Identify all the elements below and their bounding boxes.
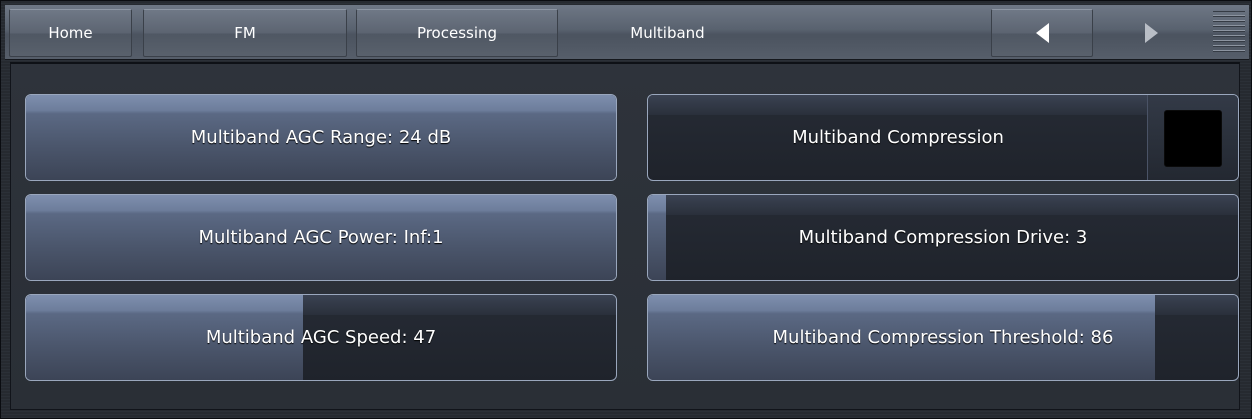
agc-speed-label: Multiband AGC Speed: 47	[205, 327, 437, 348]
forward-button[interactable]	[1105, 9, 1197, 57]
multiband-panel: Multiband AGC Range: 24 dB Multiband AGC…	[10, 62, 1240, 410]
app-frame: Home FM Processing Multiband Multiband A…	[0, 0, 1252, 419]
top-nav-bar: Home FM Processing Multiband	[5, 5, 1249, 60]
compression-toggle[interactable]	[1147, 95, 1238, 180]
compression-threshold-control[interactable]: Multiband Compression Threshold: 86	[647, 294, 1239, 381]
compression-drive-label: Multiband Compression Drive: 3	[798, 227, 1088, 248]
agc-power-control[interactable]: Multiband AGC Power: Inf:1	[25, 194, 617, 281]
processing-button[interactable]: Processing	[356, 9, 558, 57]
agc-speed-control[interactable]: Multiband AGC Speed: 47	[25, 294, 617, 381]
home-button[interactable]: Home	[9, 9, 132, 57]
back-button[interactable]	[991, 9, 1093, 57]
fm-button[interactable]: FM	[143, 9, 347, 57]
current-page-label: Multiband	[630, 24, 705, 42]
menu-lines-icon[interactable]	[1213, 11, 1245, 55]
triangle-left-icon	[1035, 23, 1049, 43]
agc-power-label: Multiband AGC Power: Inf:1	[198, 227, 444, 248]
compression-threshold-label: Multiband Compression Threshold: 86	[772, 327, 1114, 348]
triangle-right-icon	[1144, 23, 1158, 43]
compression-toggle-control[interactable]: Multiband Compression	[647, 94, 1239, 181]
compression-label: Multiband Compression	[792, 127, 1004, 148]
compression-drive-control[interactable]: Multiband Compression Drive: 3	[647, 194, 1239, 281]
agc-range-label: Multiband AGC Range: 24 dB	[190, 127, 452, 148]
agc-range-control[interactable]: Multiband AGC Range: 24 dB	[25, 94, 617, 181]
toggle-indicator	[1164, 110, 1222, 167]
